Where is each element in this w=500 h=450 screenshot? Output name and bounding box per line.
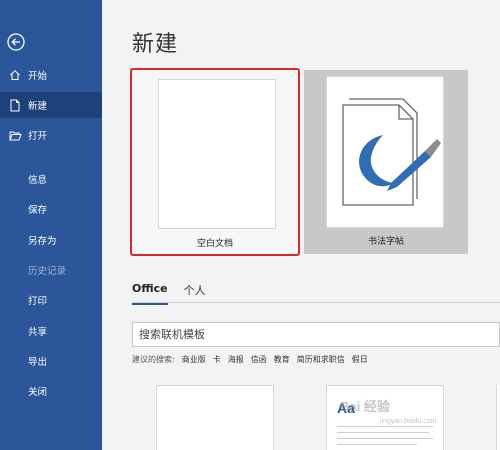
text-line bbox=[337, 432, 429, 433]
template-tabs: Office 个人 bbox=[132, 282, 206, 305]
sidebar-item-print[interactable]: 打印 bbox=[0, 287, 102, 313]
template-label: 空白文档 bbox=[196, 239, 233, 249]
sidebar-item-label: 信息 bbox=[28, 175, 48, 186]
suggested-search-link[interactable]: 信函 bbox=[251, 354, 267, 365]
new-document-panel: 新建 空白文档 书法字帖 Office 个人 建议的搜索: 商业版 卡 bbox=[102, 0, 500, 450]
backstage-sidebar: 开始 新建 打开 信息 保存 另存为 历史记录 打印 共享 导出 关闭 bbox=[0, 0, 102, 450]
calligraphy-icon bbox=[326, 76, 444, 228]
search-input[interactable] bbox=[139, 328, 499, 341]
home-icon bbox=[8, 68, 22, 82]
sidebar-item-label: 导出 bbox=[28, 357, 48, 368]
template-label: 书法字帖 bbox=[367, 237, 404, 247]
sidebar-item-label: 共享 bbox=[28, 327, 48, 338]
sidebar-item-label: 历史记录 bbox=[28, 266, 67, 277]
tab-office[interactable]: Office bbox=[132, 282, 168, 305]
tab-divider bbox=[132, 302, 500, 303]
sidebar-item-label: 另存为 bbox=[28, 236, 57, 247]
back-arrow-icon[interactable] bbox=[6, 32, 26, 52]
sidebar-item-export[interactable]: 导出 bbox=[0, 348, 102, 374]
sidebar-item-save-as[interactable]: 另存为 bbox=[0, 227, 102, 253]
sidebar-item-label: 保存 bbox=[28, 205, 48, 216]
suggested-search-link[interactable]: 商业版 bbox=[182, 354, 206, 365]
sidebar-item-save[interactable]: 保存 bbox=[0, 196, 102, 222]
suggested-search-link[interactable]: 海报 bbox=[228, 354, 244, 365]
suggested-search-link[interactable]: 卡 bbox=[213, 354, 221, 365]
suggested-search-link[interactable]: 假日 bbox=[352, 354, 368, 365]
template-blank-document[interactable]: 空白文档 bbox=[130, 68, 300, 256]
template-card[interactable] bbox=[496, 385, 500, 450]
suggested-search-link[interactable]: 教育 bbox=[274, 354, 290, 365]
text-line bbox=[337, 438, 433, 439]
template-search-box[interactable] bbox=[132, 322, 500, 347]
sidebar-item-history: 历史记录 bbox=[0, 257, 102, 283]
sidebar-item-info[interactable]: 信息 bbox=[0, 166, 102, 192]
watermark: Bai 经验 bbox=[340, 399, 390, 414]
suggested-searches: 建议的搜索: 商业版 卡 海报 信函 教育 简历和求职信 假日 bbox=[132, 354, 368, 365]
sidebar-item-label: 关闭 bbox=[28, 387, 48, 398]
template-card[interactable] bbox=[156, 385, 274, 450]
suggested-search-link[interactable]: 简历和求职信 bbox=[297, 354, 345, 365]
template-calligraphy[interactable]: 书法字帖 bbox=[304, 70, 468, 254]
sidebar-item-label[interactable]: 打印 bbox=[28, 293, 47, 307]
open-folder-icon bbox=[8, 128, 22, 142]
sidebar-item-open[interactable]: 打开 bbox=[0, 122, 102, 148]
sidebar-item-label: 新建 bbox=[28, 101, 48, 112]
sidebar-item-label: 开始 bbox=[28, 71, 48, 82]
template-thumbnail bbox=[158, 79, 276, 229]
tab-personal[interactable]: 个人 bbox=[184, 282, 206, 302]
text-line bbox=[337, 444, 417, 445]
sidebar-item-label: 打开 bbox=[28, 131, 48, 142]
text-line bbox=[337, 426, 433, 427]
sidebar-item-new[interactable]: 新建 bbox=[0, 92, 102, 118]
suggested-searches-label: 建议的搜索: bbox=[132, 355, 175, 364]
sidebar-item-close[interactable]: 关闭 bbox=[0, 378, 102, 404]
sidebar-item-home[interactable]: 开始 bbox=[0, 62, 102, 88]
new-document-icon bbox=[8, 98, 22, 112]
page-title: 新建 bbox=[132, 32, 179, 57]
watermark-url: jingyan.baidu.com bbox=[380, 418, 437, 425]
sidebar-item-share[interactable]: 共享 bbox=[0, 318, 102, 344]
